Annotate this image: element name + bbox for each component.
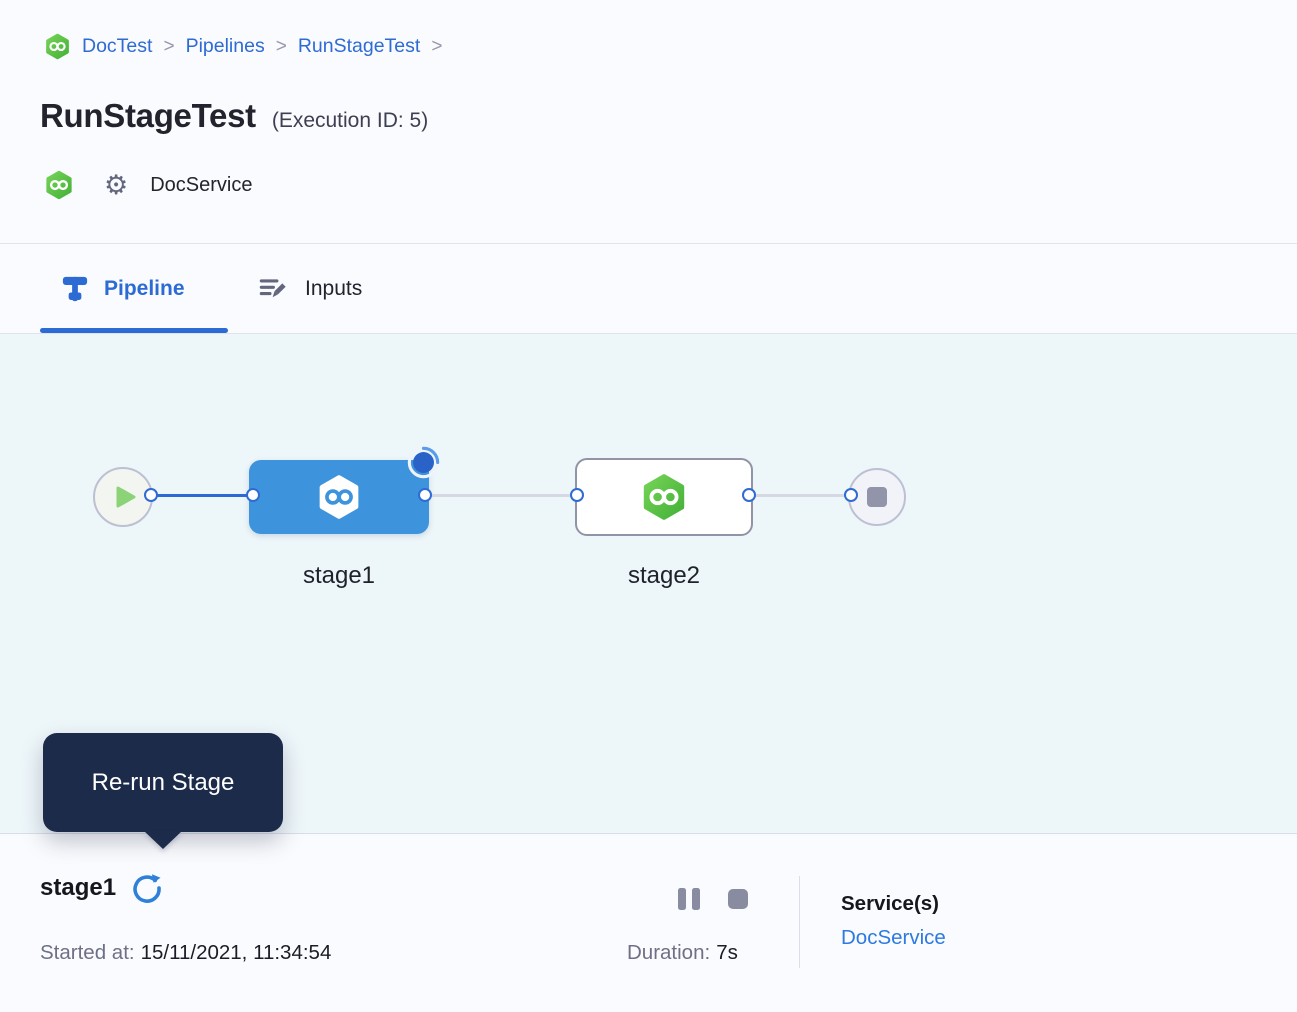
harness-hexagon-infinity-icon	[640, 473, 688, 521]
page-title: RunStageTest	[40, 97, 256, 135]
breadcrumb-link-doctest[interactable]: DocTest	[82, 35, 152, 58]
pipeline-execution-page: DocTest > Pipelines > RunStageTest > Run…	[0, 0, 1297, 1012]
footer-divider	[799, 876, 800, 968]
footer-stage-name: stage1	[40, 874, 116, 902]
service-link-docservice[interactable]: DocService	[841, 926, 946, 950]
edge-stage2-to-end	[749, 494, 851, 497]
tab-bar: Pipeline Inputs	[0, 244, 1297, 334]
harness-hexagon-infinity-icon	[44, 170, 74, 200]
chevron-right-icon: >	[276, 36, 287, 58]
header: DocTest > Pipelines > RunStageTest > Run…	[0, 0, 1297, 244]
breadcrumb: DocTest > Pipelines > RunStageTest >	[44, 33, 442, 60]
connector-stage1-in	[246, 488, 260, 502]
edge-start-to-stage1	[151, 494, 253, 497]
started-at: Started at: 15/11/2021, 11:34:54	[40, 941, 331, 965]
connector-end-in	[844, 488, 858, 502]
edge-stage1-to-stage2	[425, 494, 577, 497]
service-row: ⚙ DocService	[44, 170, 252, 200]
duration: Duration: 7s	[627, 941, 738, 965]
refresh-icon[interactable]	[131, 872, 163, 904]
tab-inputs-label: Inputs	[305, 277, 362, 301]
footer-status-bar: stage1 Started at: 15/11/2021, 11:34:54 D…	[0, 834, 1297, 1012]
connector-stage2-out	[742, 488, 756, 502]
gear-icon: ⚙	[104, 172, 128, 199]
spinner-icon	[407, 446, 440, 479]
service-name-label: DocService	[150, 174, 252, 197]
tab-inputs[interactable]: Inputs	[257, 244, 362, 333]
pause-icon	[678, 888, 686, 910]
harness-hexagon-infinity-icon	[316, 474, 362, 520]
connector-stage2-in	[570, 488, 584, 502]
duration-value: 7s	[716, 941, 738, 964]
abort-button[interactable]	[728, 889, 748, 909]
duration-label: Duration:	[627, 941, 710, 964]
pause-icon	[692, 888, 700, 910]
rerun-stage-tooltip: Re-run Stage	[43, 733, 283, 832]
tab-pipeline-label: Pipeline	[104, 277, 185, 301]
services-label: Service(s)	[841, 892, 939, 916]
stage2-label: stage2	[575, 562, 753, 590]
connector-stage1-out	[418, 488, 432, 502]
connector-start-out	[144, 488, 158, 502]
rerun-stage-tooltip-text: Re-run Stage	[92, 769, 235, 797]
footer-stage-row: stage1	[40, 872, 163, 904]
tooltip-arrow	[144, 831, 182, 849]
active-tab-underline	[40, 328, 228, 333]
started-at-label: Started at:	[40, 941, 135, 964]
breadcrumb-link-runstagetest[interactable]: RunStageTest	[298, 35, 421, 58]
pipeline-icon	[60, 274, 90, 304]
chevron-right-icon: >	[431, 36, 442, 58]
stage-node-stage2[interactable]	[575, 458, 753, 536]
stage1-label: stage1	[249, 562, 429, 590]
harness-hexagon-infinity-icon	[44, 33, 71, 60]
edit-lines-pencil-icon	[257, 274, 291, 304]
chevron-right-icon: >	[163, 36, 174, 58]
execution-id-label: (Execution ID: 5)	[272, 109, 428, 133]
pause-button[interactable]	[678, 888, 700, 910]
started-at-value: 15/11/2021, 11:34:54	[141, 941, 332, 964]
breadcrumb-link-pipelines[interactable]: Pipelines	[186, 35, 265, 58]
title-row: RunStageTest (Execution ID: 5)	[40, 97, 428, 135]
stage-node-stage1[interactable]	[249, 460, 429, 534]
stop-icon	[867, 487, 887, 507]
execution-controls	[678, 888, 748, 910]
tab-pipeline[interactable]: Pipeline	[60, 244, 185, 333]
play-icon	[108, 485, 138, 509]
